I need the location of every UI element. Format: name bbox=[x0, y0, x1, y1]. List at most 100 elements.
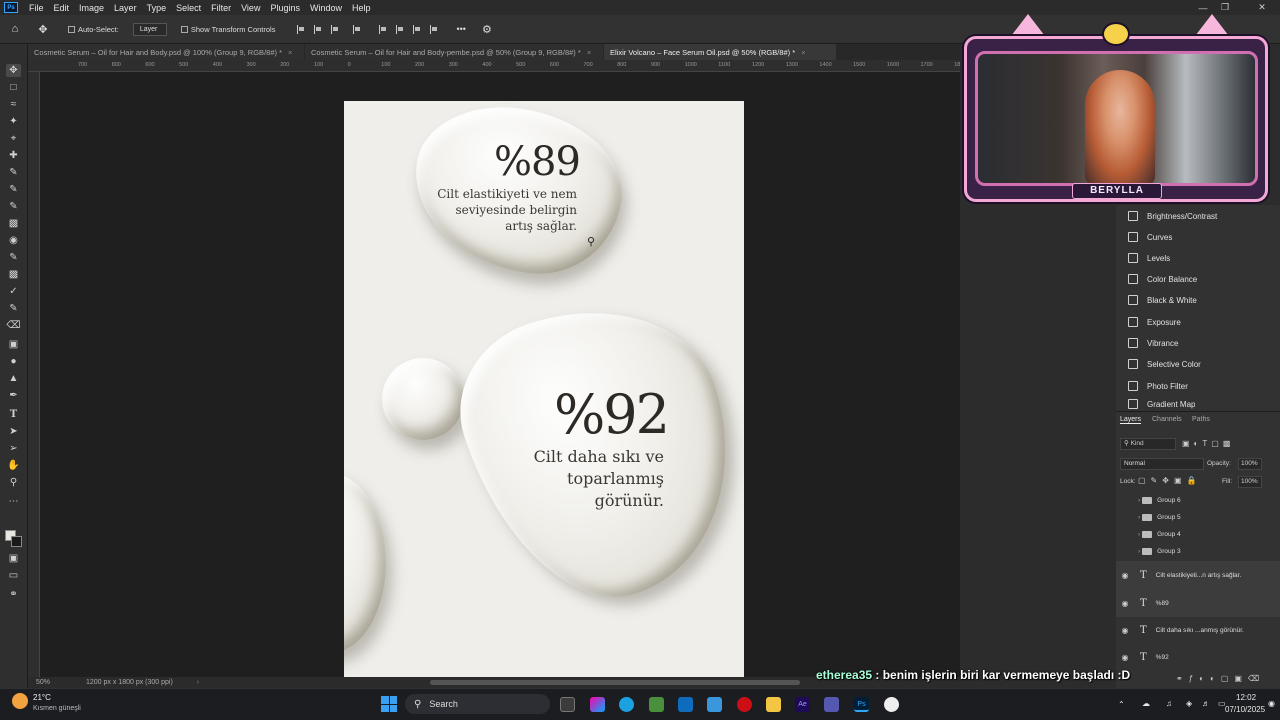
adj-exposure[interactable]: Exposure bbox=[1128, 314, 1181, 330]
file-explorer-icon[interactable] bbox=[766, 697, 781, 712]
share-icon[interactable]: ⚭ bbox=[6, 588, 21, 601]
lasso-tool-icon[interactable]: ≈ bbox=[6, 98, 21, 111]
outlook-icon[interactable] bbox=[678, 697, 693, 712]
layer-group-6[interactable]: › Group 6 bbox=[1116, 492, 1280, 509]
tab-channels[interactable]: Channels bbox=[1152, 416, 1182, 423]
close-window-icon[interactable]: ✕ bbox=[1248, 0, 1276, 15]
history-brush-tool-icon[interactable]: ◉ bbox=[6, 234, 21, 247]
adj-vibrance[interactable]: Vibrance bbox=[1128, 335, 1178, 351]
distribute-vertical-icon[interactable] bbox=[430, 24, 438, 34]
opacity-input[interactable]: 100% bbox=[1238, 458, 1262, 470]
menu-layer[interactable]: Layer bbox=[109, 3, 142, 13]
align-left-icon[interactable] bbox=[297, 24, 305, 34]
menu-type[interactable]: Type bbox=[142, 3, 172, 13]
background-color-swatch[interactable] bbox=[11, 536, 22, 547]
auto-select-dropdown[interactable]: Layer bbox=[132, 22, 167, 36]
spot-healing-tool-icon[interactable]: ✎ bbox=[6, 166, 21, 179]
screen-mode-icon[interactable]: ▭ bbox=[6, 569, 21, 582]
tab-layers[interactable]: Layers bbox=[1120, 416, 1142, 424]
distribute-icon[interactable] bbox=[353, 24, 361, 34]
clock-time[interactable]: 12:02 bbox=[1236, 693, 1256, 702]
home-icon[interactable]: ⌂ bbox=[8, 22, 22, 36]
tab-cosmetic-serum[interactable]: Cosmetic Serum – Oil for Hair and Body.p… bbox=[28, 44, 304, 60]
photoshop-taskbar-icon[interactable]: Ps bbox=[854, 697, 869, 712]
hand-tool-icon[interactable]: ✋ bbox=[6, 459, 21, 472]
layer-footer-icons[interactable]: ⚭ƒ◐◐▢▣⌫ bbox=[1176, 674, 1265, 683]
adj-color-balance[interactable]: Color Balance bbox=[1128, 271, 1197, 287]
menu-window[interactable]: Window bbox=[305, 3, 347, 13]
layer-group-5[interactable]: › Group 5 bbox=[1116, 509, 1280, 526]
chevron-right-icon[interactable]: › bbox=[1138, 531, 1140, 538]
layer-text-stat1-number[interactable]: ◉ T %89 bbox=[1116, 589, 1280, 617]
transform-controls-checkbox[interactable] bbox=[180, 25, 188, 33]
path-selection-tool-icon[interactable]: ➤ bbox=[6, 425, 21, 438]
chevron-right-icon[interactable]: › bbox=[1138, 497, 1140, 504]
move-tool-icon[interactable]: ✥ bbox=[6, 64, 21, 77]
taskbar-search[interactable]: ⚲ Search bbox=[405, 694, 550, 714]
stamp-tool-icon[interactable]: ▩ bbox=[6, 268, 21, 281]
adj-black-white[interactable]: Black & White bbox=[1128, 292, 1197, 308]
crop-tool-icon[interactable]: ⌖ bbox=[6, 132, 21, 145]
blend-mode-dropdown[interactable]: Normal bbox=[1120, 458, 1204, 470]
align-right-icon[interactable] bbox=[331, 24, 339, 34]
fill-input[interactable]: 100% bbox=[1238, 476, 1262, 488]
clone-stamp-tool-icon[interactable]: ▩ bbox=[6, 217, 21, 230]
eye-icon[interactable]: ◉ bbox=[1116, 571, 1134, 580]
blur-tool-icon[interactable]: ● bbox=[6, 355, 21, 368]
network-icon[interactable]: ☁ bbox=[1142, 699, 1150, 708]
move-tool-preset-icon[interactable]: ✥ bbox=[36, 22, 50, 36]
marquee-tool-icon[interactable]: □ bbox=[6, 81, 21, 94]
art-history-brush-icon[interactable]: ✓ bbox=[6, 285, 21, 298]
tab-cosmetic-serum-pembe[interactable]: Cosmetic Serum – Oil for Hair and Body-p… bbox=[305, 44, 603, 60]
task-view-icon[interactable] bbox=[560, 697, 575, 712]
menu-filter[interactable]: Filter bbox=[206, 3, 236, 13]
auto-select-checkbox[interactable] bbox=[68, 25, 75, 33]
eye-icon[interactable]: ◉ bbox=[1116, 599, 1134, 608]
menu-view[interactable]: View bbox=[236, 3, 265, 13]
remote-desktop-icon[interactable] bbox=[707, 697, 722, 712]
layer-text-stat2-body[interactable]: ◉ T Cilt daha sıkı ...anmış görünür. bbox=[1116, 616, 1280, 644]
zoom-tool-icon[interactable]: ⚲ bbox=[6, 476, 21, 489]
teams-icon[interactable] bbox=[824, 697, 839, 712]
store-icon[interactable] bbox=[649, 697, 664, 712]
restore-icon[interactable]: ❐ bbox=[1214, 0, 1236, 15]
menu-select[interactable]: Select bbox=[171, 3, 206, 13]
adj-brightness-contrast[interactable]: Brightness/Contrast bbox=[1128, 208, 1217, 224]
gradient-tool-icon[interactable]: ▣ bbox=[6, 338, 21, 351]
align-bottom-icon[interactable] bbox=[413, 24, 421, 34]
layer-group-3[interactable]: › Group 3 bbox=[1116, 543, 1280, 560]
minimize-icon[interactable]: — bbox=[1192, 0, 1214, 15]
healing-brush-tool-icon[interactable]: ✎ bbox=[6, 183, 21, 196]
artboard[interactable]: %89 Cilt elastikiyeti ve nem seviyesinde… bbox=[344, 101, 744, 677]
weather-icon[interactable] bbox=[12, 693, 28, 709]
tab-elixir-volcano[interactable]: Elixir Volcano – Face Serum Oil.psd @ 50… bbox=[604, 44, 836, 60]
layer-text-stat1-body[interactable]: ◉ T Cilt elastikiyeti...n artış sağlar. bbox=[1116, 561, 1280, 589]
clock-date[interactable]: 07/10/2025 bbox=[1225, 705, 1265, 714]
more-tools-icon[interactable]: ⋯ bbox=[6, 495, 21, 508]
adj-levels[interactable]: Levels bbox=[1128, 250, 1170, 266]
weather-temp[interactable]: 21°C bbox=[33, 693, 51, 702]
tab-paths[interactable]: Paths bbox=[1192, 416, 1210, 423]
layer-group-4[interactable]: › Group 4 bbox=[1116, 526, 1280, 543]
eraser-tool-icon[interactable]: ⌫ bbox=[6, 319, 21, 332]
app-icon[interactable] bbox=[884, 697, 899, 712]
mixer-brush-icon[interactable]: ✎ bbox=[6, 302, 21, 315]
copilot-icon[interactable] bbox=[590, 697, 605, 712]
eyedropper-tool-icon[interactable]: ✚ bbox=[6, 149, 21, 162]
quick-mask-icon[interactable]: ▣ bbox=[6, 552, 21, 565]
align-top-icon[interactable] bbox=[379, 24, 387, 34]
close-tab-icon[interactable]: × bbox=[801, 48, 805, 57]
adj-selective-color[interactable]: Selective Color bbox=[1128, 356, 1201, 372]
microphone-icon[interactable]: ♫ bbox=[1166, 699, 1172, 708]
volume-icon[interactable]: ♬ bbox=[1202, 699, 1210, 708]
menu-file[interactable]: File bbox=[24, 3, 49, 13]
menu-plugins[interactable]: Plugins bbox=[265, 3, 305, 13]
eye-icon[interactable]: ◉ bbox=[1116, 653, 1134, 662]
opera-icon[interactable] bbox=[737, 697, 752, 712]
align-middle-icon[interactable] bbox=[396, 24, 404, 34]
edge-icon[interactable] bbox=[619, 697, 634, 712]
brush-variant-icon[interactable]: ✎ bbox=[6, 251, 21, 264]
dodge-tool-icon[interactable]: ▲ bbox=[6, 372, 21, 385]
notification-icon[interactable]: ◉ bbox=[1268, 699, 1275, 708]
menu-edit[interactable]: Edit bbox=[49, 3, 75, 13]
